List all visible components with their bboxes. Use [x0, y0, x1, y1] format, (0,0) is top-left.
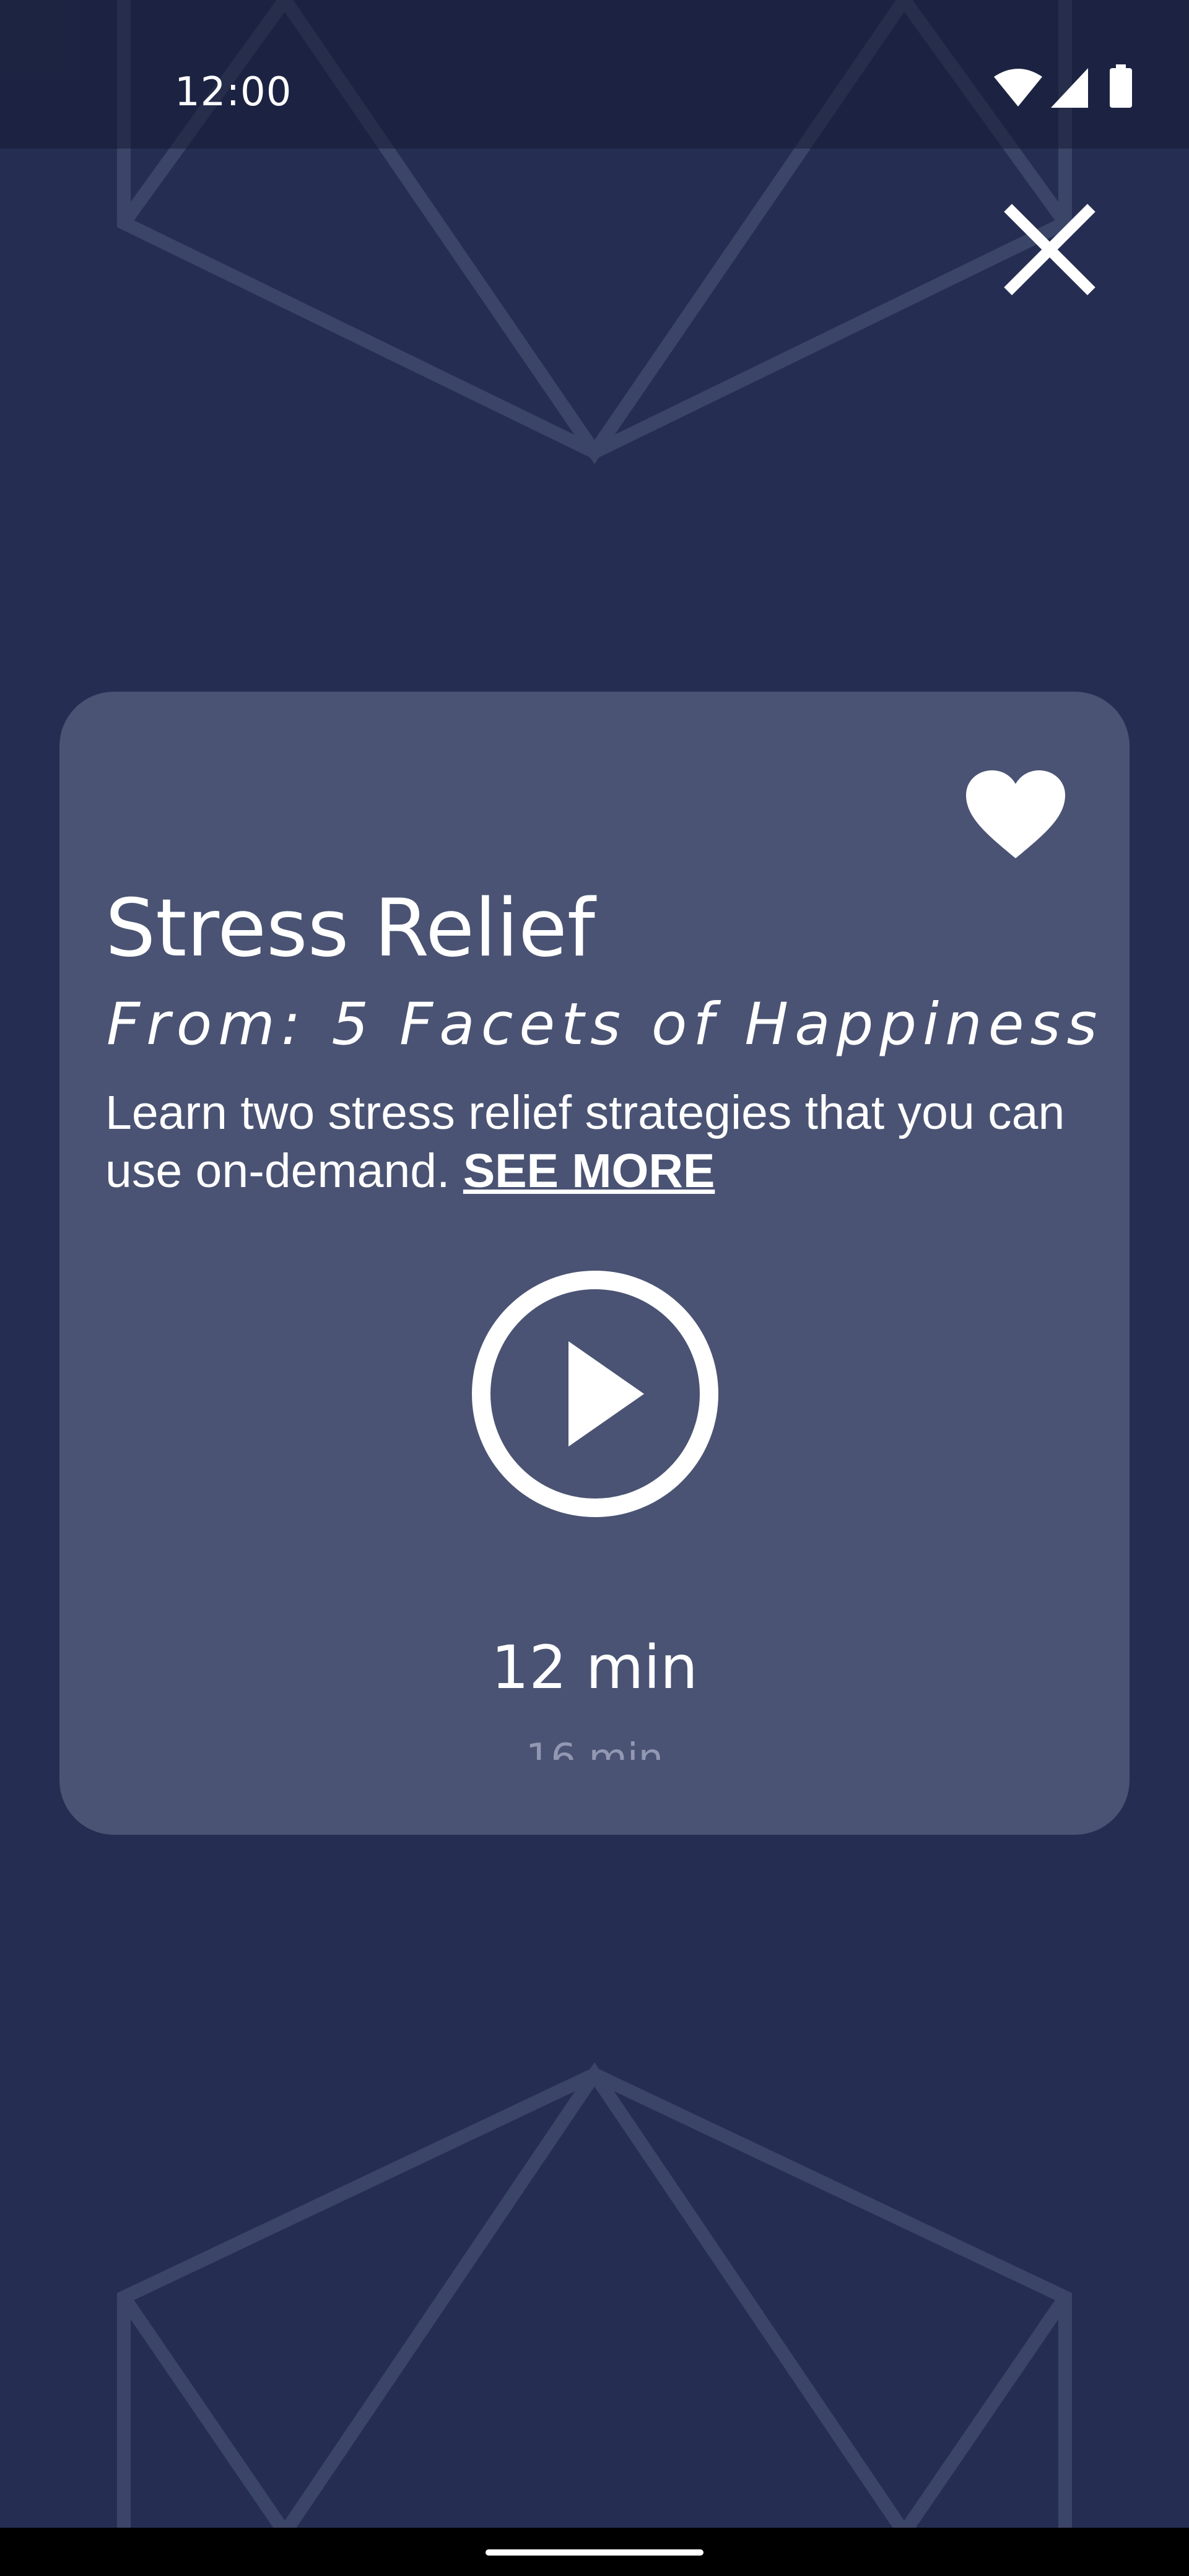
- close-button[interactable]: [997, 197, 1102, 302]
- cellular-signal-icon: [1051, 68, 1088, 108]
- wifi-icon: [994, 69, 1042, 107]
- status-time: 12:00: [175, 69, 292, 115]
- see-more-link[interactable]: SEE MORE: [463, 1144, 715, 1198]
- favorite-button[interactable]: [962, 768, 1069, 861]
- session-title: Stress Relief: [105, 882, 595, 975]
- close-icon: [1004, 204, 1095, 295]
- battery-icon: [1110, 64, 1132, 108]
- heart-icon: [966, 770, 1065, 858]
- status-bar: 12:00: [0, 0, 1189, 149]
- session-description-block: Learn two stress relief strategies that …: [105, 1084, 1084, 1200]
- session-source: From: 5 Facets of Happiness: [107, 991, 1104, 1058]
- duration-option-selected[interactable]: 12 min: [409, 1627, 780, 1708]
- play-circle-icon: [472, 1271, 718, 1517]
- duration-picker-next: 16 min: [409, 1734, 780, 1760]
- home-gesture-handle[interactable]: [486, 2549, 703, 2556]
- status-icons: [994, 64, 1143, 118]
- play-button[interactable]: [469, 1268, 721, 1520]
- duration-option-next[interactable]: 16 min: [409, 1734, 780, 1760]
